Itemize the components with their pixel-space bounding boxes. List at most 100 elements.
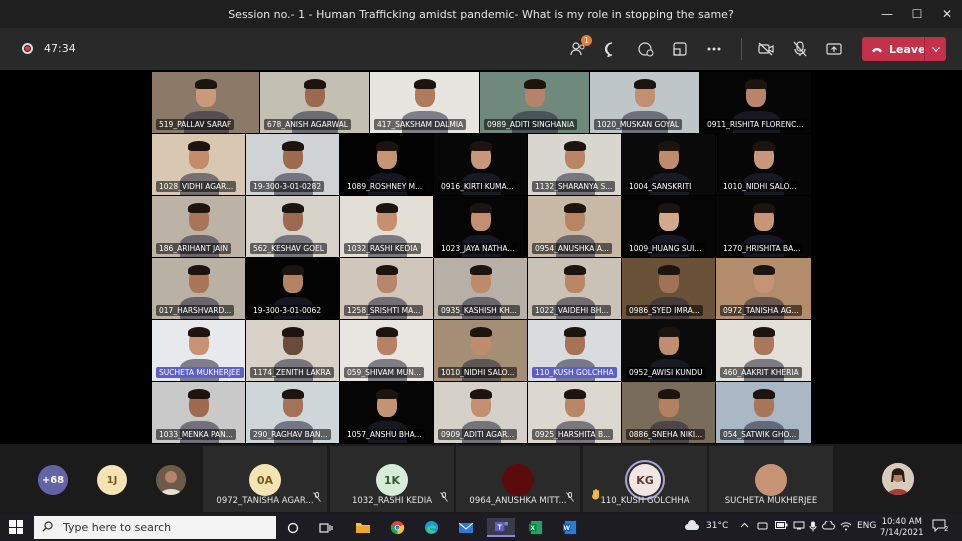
cortana-icon[interactable]	[282, 518, 304, 537]
self-view-avatar[interactable]	[882, 463, 914, 495]
participant-avatar-1j[interactable]: 1J	[97, 465, 127, 495]
participant-card[interactable]: 0A 0972_TANISHA AGAR...	[203, 446, 327, 512]
more-actions-button[interactable]	[701, 36, 727, 62]
edge-icon[interactable]	[420, 518, 442, 537]
video-tile[interactable]: 0954_ANUSHKA A...	[528, 196, 621, 257]
video-tile[interactable]: 0952_AWISI KUNDU	[622, 320, 715, 381]
video-tile[interactable]: 1258_SRISHTI MA...	[340, 258, 433, 319]
participant-photo-avatar[interactable]	[156, 465, 186, 495]
participant-card-name: 110_KUSH GOLCHHA	[600, 496, 690, 506]
mic-toggle-button[interactable]	[787, 36, 813, 62]
video-tile[interactable]: 0911_RISHITA FLORENC...	[700, 72, 811, 133]
video-tile[interactable]: 1022_VAIDEHI BH...	[528, 258, 621, 319]
chat-button[interactable]	[599, 36, 625, 62]
video-tile[interactable]: 562_KESHAV GOEL	[246, 196, 339, 257]
video-tile[interactable]: 0972_TANISHA AG...	[716, 258, 811, 319]
overflow-participants-button[interactable]: +68	[38, 465, 68, 495]
maximize-button[interactable]: ☐	[902, 0, 932, 28]
windows-start-icon[interactable]	[9, 520, 23, 534]
svg-text:T: T	[497, 522, 502, 531]
video-tile[interactable]: 0886_SNEHA NIKI...	[622, 382, 715, 443]
video-tile[interactable]: 1028_VIDHI AGAR...	[152, 134, 245, 195]
video-tile[interactable]: 519_PALLAV SARAF	[152, 72, 259, 133]
wifi-icon[interactable]	[840, 521, 852, 534]
reactions-button[interactable]	[633, 36, 659, 62]
video-tile[interactable]: 1009_HUANG SUI...	[622, 196, 715, 257]
video-tile-name: 1174_ZENITH LAKRA	[250, 367, 334, 378]
video-tile[interactable]: 19-300-3-01-0282	[246, 134, 339, 195]
person-photo-icon	[160, 471, 182, 495]
raised-hand-icon	[591, 485, 601, 504]
participant-card[interactable]: 1K 1032_RASHI KEDIA	[330, 446, 454, 512]
video-tile[interactable]: 1033_MENKA PAN...	[152, 382, 245, 443]
system-clock[interactable]: 10:40 AM 7/14/2021	[880, 517, 924, 539]
cloud-icon[interactable]	[822, 520, 835, 533]
video-tile[interactable]: 1020_MUSKAN GOYAL	[590, 72, 699, 133]
microphone-tray-icon[interactable]	[809, 521, 817, 535]
video-tile[interactable]: 054_SATWIK GHO...	[716, 382, 811, 443]
person-photo-icon	[882, 463, 914, 495]
video-tile[interactable]: 0989_ADITI SINGHANIA	[480, 72, 589, 133]
file-explorer-icon[interactable]	[352, 518, 374, 537]
network-icon[interactable]	[793, 521, 805, 533]
video-tile[interactable]: 0986_SYED IMRA...	[622, 258, 715, 319]
minimize-button[interactable]: —	[872, 0, 902, 28]
taskbar-search-input[interactable]	[63, 521, 253, 534]
participant-hair	[634, 79, 656, 89]
video-tile[interactable]: 460_AAKRIT KHERIA	[716, 320, 811, 381]
video-tile[interactable]: 0935_KASHISH KH...	[434, 258, 527, 319]
video-tile[interactable]: 1023_JAYA NATHA...	[434, 196, 527, 257]
video-tile[interactable]: 19-300-3-01-0062	[246, 258, 339, 319]
chevron-up-icon[interactable]	[740, 521, 749, 531]
excel-icon[interactable]: X	[524, 518, 546, 537]
teams-icon[interactable]: T	[487, 518, 515, 537]
battery-icon[interactable]	[775, 521, 788, 532]
camera-toggle-button[interactable]	[753, 36, 779, 62]
toolbar-divider	[741, 38, 742, 60]
video-tile[interactable]: 0916_KIRTI KUMA...	[434, 134, 527, 195]
weather-icon[interactable]	[684, 519, 700, 534]
participants-button[interactable]: 1	[565, 35, 592, 62]
video-tile-name: 460_AAKRIT KHERIA	[720, 367, 802, 378]
participant-card[interactable]: KG 110_KUSH GOLCHHA	[583, 446, 707, 512]
leave-options-button[interactable]	[924, 37, 946, 61]
video-tile[interactable]: 1032_RASHI KEDIA	[340, 196, 433, 257]
video-tile[interactable]: SUCHETA MUKHERJEE	[152, 320, 245, 381]
video-tile[interactable]: 1057_ANSHU BHA...	[340, 382, 433, 443]
chrome-icon[interactable]	[386, 518, 408, 537]
video-tile[interactable]: 1174_ZENITH LAKRA	[246, 320, 339, 381]
participant-hair	[658, 203, 680, 213]
rooms-button[interactable]	[667, 36, 693, 62]
participant-card[interactable]: 0964_ANUSHKA MITT...	[456, 446, 580, 512]
video-tile[interactable]: 017_HARSHVARD...	[152, 258, 245, 319]
tray-app-icon[interactable]	[757, 521, 768, 534]
video-tile[interactable]: 0925_HARSHITA B...	[528, 382, 621, 443]
video-tile[interactable]: 417_SAKSHAM DALMIA	[370, 72, 479, 133]
toolbar-actions: 1	[565, 35, 727, 62]
word-icon[interactable]: W	[558, 518, 580, 537]
video-tile[interactable]: 1270_HRISHITA BA...	[716, 196, 811, 257]
share-screen-button[interactable]	[821, 36, 847, 62]
participant-card[interactable]: SUCHETA MUKHERJEE	[709, 446, 833, 512]
leave-button[interactable]: Leave	[862, 37, 946, 61]
participants-badge: 1	[581, 35, 592, 46]
task-view-icon[interactable]	[315, 518, 337, 537]
video-tile[interactable]: 186_ARIHANT JAIN	[152, 196, 245, 257]
language-indicator[interactable]: ENG	[857, 521, 876, 531]
video-tile[interactable]: 059_SHIVAM MUN...	[340, 320, 433, 381]
video-tile[interactable]: 1089_ROSHNEY M...	[340, 134, 433, 195]
video-tile[interactable]: 1004_SANSKRITI	[622, 134, 715, 195]
video-tile[interactable]: 1010_NIDHI SALO...	[434, 320, 527, 381]
mail-icon[interactable]	[455, 518, 477, 537]
video-tile[interactable]: 678_ANISH AGARWAL	[260, 72, 369, 133]
video-tile[interactable]: 110_KUSH GOLCHHA	[528, 320, 621, 381]
video-tile[interactable]: 1132_SHARANYA S...	[528, 134, 621, 195]
video-tile[interactable]: 1010_NIDHI SALO...	[716, 134, 811, 195]
video-tile[interactable]: 0909_ADITI AGAR...	[434, 382, 527, 443]
video-tile[interactable]: 290_RAGHAV BAN...	[246, 382, 339, 443]
close-button[interactable]: ✕	[932, 0, 962, 28]
video-tile-name: 562_KESHAV GOEL	[250, 243, 327, 254]
weather-temperature[interactable]: 31°C	[706, 521, 728, 531]
video-tile-name: 1023_JAYA NATHA...	[438, 243, 518, 254]
taskbar-search[interactable]	[34, 516, 276, 539]
